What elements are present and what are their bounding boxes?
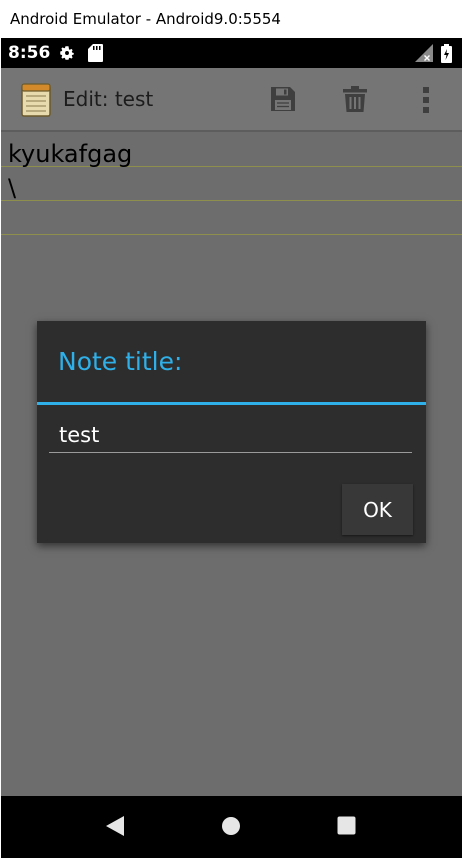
- home-icon[interactable]: [221, 816, 241, 840]
- save-icon[interactable]: [270, 86, 296, 116]
- gear-icon: [58, 44, 76, 66]
- note-title-dialog: Note title: OK: [37, 321, 426, 543]
- note-title-input[interactable]: [49, 417, 412, 453]
- note-text-line: \: [8, 174, 17, 202]
- ok-button[interactable]: OK: [342, 484, 413, 535]
- no-signal-icon: [415, 44, 433, 66]
- status-time: 8:56: [8, 43, 51, 63]
- status-bar: 8:56: [1, 38, 462, 68]
- notepad-icon: [21, 83, 51, 121]
- overflow-menu-icon[interactable]: [422, 86, 430, 118]
- sd-card-icon: [88, 44, 103, 66]
- dialog-title: Note title:: [58, 347, 183, 376]
- delete-icon[interactable]: [343, 86, 367, 116]
- action-bar: Edit: test: [1, 68, 462, 130]
- window-title-bar: Android Emulator - Android9.0:5554: [0, 0, 463, 38]
- window-title: Android Emulator - Android9.0:5554: [10, 10, 281, 28]
- recents-icon[interactable]: [337, 816, 356, 839]
- navigation-bar: [1, 796, 462, 858]
- ruled-line: [1, 234, 462, 235]
- note-text-line: kyukafgag: [8, 140, 133, 168]
- ruled-line: [1, 200, 462, 201]
- device-screen: 8:56 Edit: test kyukafgag \ Note title: …: [1, 38, 462, 858]
- action-bar-title: Edit: test: [63, 87, 154, 111]
- back-icon[interactable]: [105, 815, 125, 841]
- battery-icon: [441, 44, 452, 67]
- dialog-title-divider: [37, 402, 426, 405]
